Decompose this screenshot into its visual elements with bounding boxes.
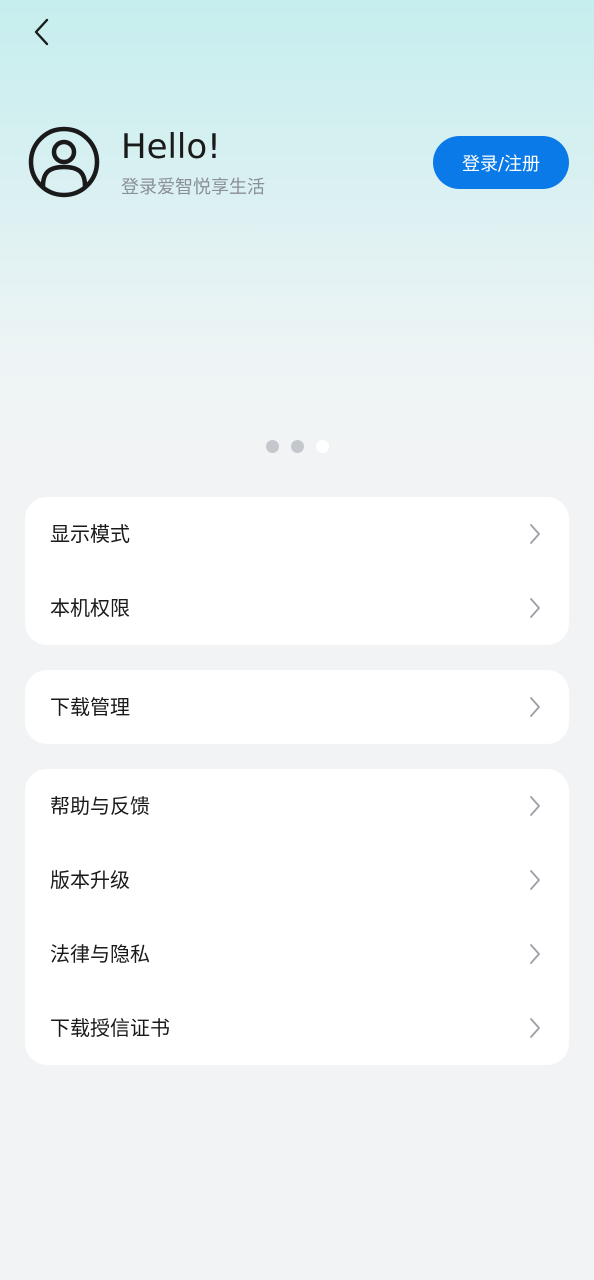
carousel-dot-active[interactable] [315, 440, 329, 453]
chevron-right-icon [530, 524, 540, 544]
chevron-right-icon [530, 870, 540, 890]
chevron-right-icon [530, 944, 540, 964]
carousel-dot[interactable] [265, 440, 279, 453]
avatar[interactable] [28, 126, 100, 198]
menu-item-download-certificate[interactable]: 下载授信证书 [25, 991, 569, 1065]
settings-card-display: 显示模式 本机权限 [25, 497, 569, 645]
chevron-left-icon [34, 18, 49, 46]
chevron-right-icon [530, 697, 540, 717]
chevron-right-icon [530, 1018, 540, 1038]
settings-card-download: 下载管理 [25, 670, 569, 744]
settings-card-about: 帮助与反馈 版本升级 法律与隐私 下载授信证书 [25, 769, 569, 1065]
greeting-subtitle: 登录爱智悦享生活 [121, 177, 265, 198]
carousel-dot[interactable] [290, 440, 304, 453]
menu-item-label: 下载管理 [50, 695, 130, 719]
carousel-indicator [0, 440, 594, 454]
menu-item-legal-privacy[interactable]: 法律与隐私 [25, 917, 569, 991]
menu-item-display-mode[interactable]: 显示模式 [25, 497, 569, 571]
menu-item-label: 下载授信证书 [50, 1016, 170, 1040]
menu-item-label: 显示模式 [50, 522, 130, 546]
menu-item-label: 法律与隐私 [50, 942, 150, 966]
menu-item-help-feedback[interactable]: 帮助与反馈 [25, 769, 569, 843]
chevron-right-icon [530, 598, 540, 618]
menu-item-label: 帮助与反馈 [50, 794, 150, 818]
back-button[interactable] [24, 14, 58, 50]
menu-item-download-management[interactable]: 下载管理 [25, 670, 569, 744]
chevron-right-icon [530, 796, 540, 816]
menu-item-device-permissions[interactable]: 本机权限 [25, 571, 569, 645]
greeting-title: Hello! [121, 127, 221, 167]
menu-item-label: 版本升级 [50, 868, 130, 892]
user-avatar-icon [28, 126, 100, 198]
profile-header [0, 0, 594, 480]
menu-item-version-upgrade[interactable]: 版本升级 [25, 843, 569, 917]
menu-item-label: 本机权限 [50, 596, 130, 620]
login-register-button[interactable]: 登录/注册 [433, 136, 569, 189]
